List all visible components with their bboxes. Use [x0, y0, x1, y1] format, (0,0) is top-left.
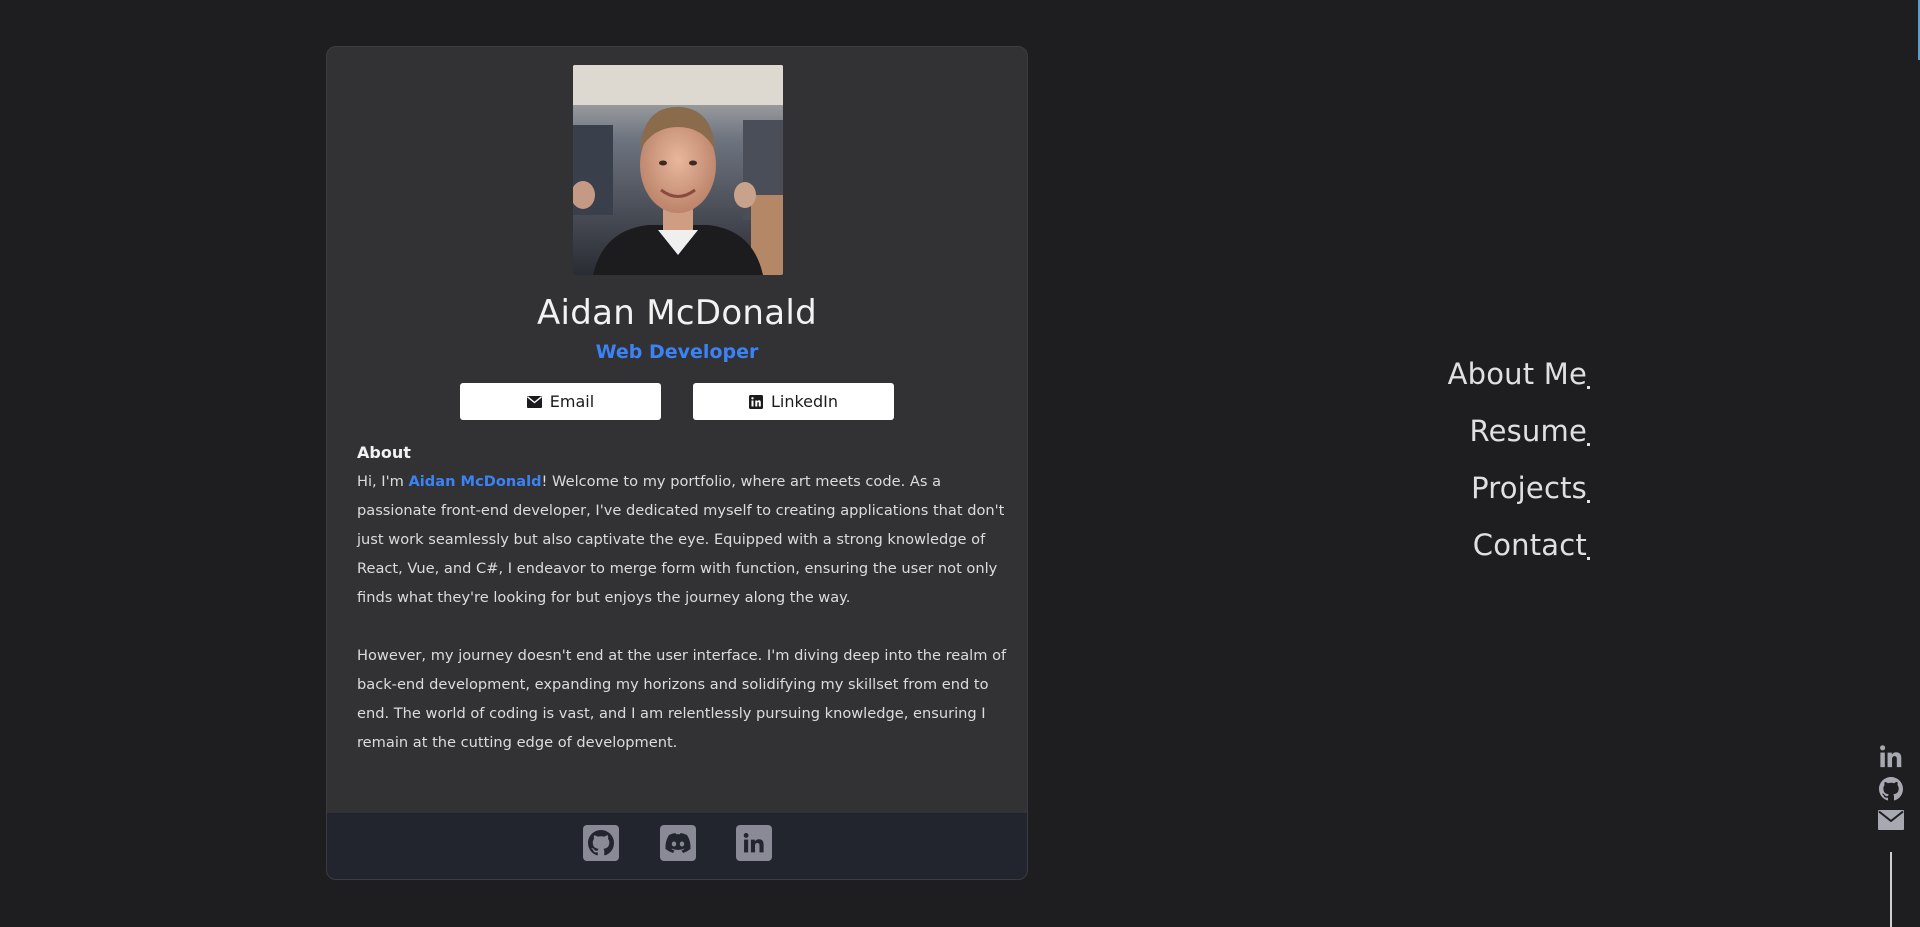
linkedin-icon — [748, 394, 763, 409]
about-name-highlight: Aidan McDonald — [408, 473, 542, 490]
github-icon[interactable] — [1879, 777, 1903, 801]
about-paragraph-1: Hi, I'm Aidan McDonald! Welcome to my po… — [357, 467, 1007, 612]
about-intro-text: Hi, I'm — [357, 473, 409, 490]
main-nav: About Me Resume Projects Contact — [1448, 352, 1594, 580]
github-icon[interactable] — [583, 825, 619, 861]
about-intro-rest: ! Welcome to my portfolio, where art mee… — [357, 473, 1005, 606]
nav-contact[interactable]: Contact — [1448, 523, 1594, 580]
discord-icon[interactable] — [660, 825, 696, 861]
nav-about-me[interactable]: About Me — [1448, 352, 1594, 409]
linkedin-button[interactable]: LinkedIn — [693, 383, 894, 420]
nav-projects[interactable]: Projects — [1448, 466, 1594, 523]
nav-resume[interactable]: Resume — [1448, 409, 1594, 466]
profile-card: Aidan McDonald Web Developer Email Linke… — [326, 46, 1028, 880]
linkedin-icon[interactable] — [736, 825, 772, 861]
about-heading: About — [357, 443, 411, 462]
about-paragraph-2: However, my journey doesn't end at the u… — [357, 647, 1007, 751]
card-footer — [327, 813, 1027, 879]
email-button[interactable]: Email — [460, 383, 661, 420]
about-text: Hi, I'm Aidan McDonald! Welcome to my po… — [357, 467, 1007, 757]
linkedin-button-label: LinkedIn — [770, 392, 839, 411]
email-icon[interactable] — [1878, 810, 1904, 830]
profile-name: Aidan McDonald — [536, 293, 818, 333]
side-social-links — [1877, 744, 1905, 830]
email-button-label: Email — [549, 392, 595, 411]
nav-dot — [1587, 557, 1590, 560]
linkedin-icon[interactable] — [1879, 744, 1903, 768]
nav-dot — [1587, 386, 1590, 389]
nav-dot — [1587, 443, 1590, 446]
nav-about-me-label: About Me — [1447, 357, 1587, 391]
mail-icon — [526, 395, 542, 408]
nav-contact-label: Contact — [1472, 528, 1587, 562]
nav-projects-label: Projects — [1471, 471, 1587, 505]
nav-resume-label: Resume — [1469, 414, 1587, 448]
side-divider-line — [1890, 852, 1892, 927]
nav-dot — [1587, 500, 1590, 503]
profile-role: Web Developer — [595, 341, 759, 363]
profile-photo — [573, 65, 783, 275]
